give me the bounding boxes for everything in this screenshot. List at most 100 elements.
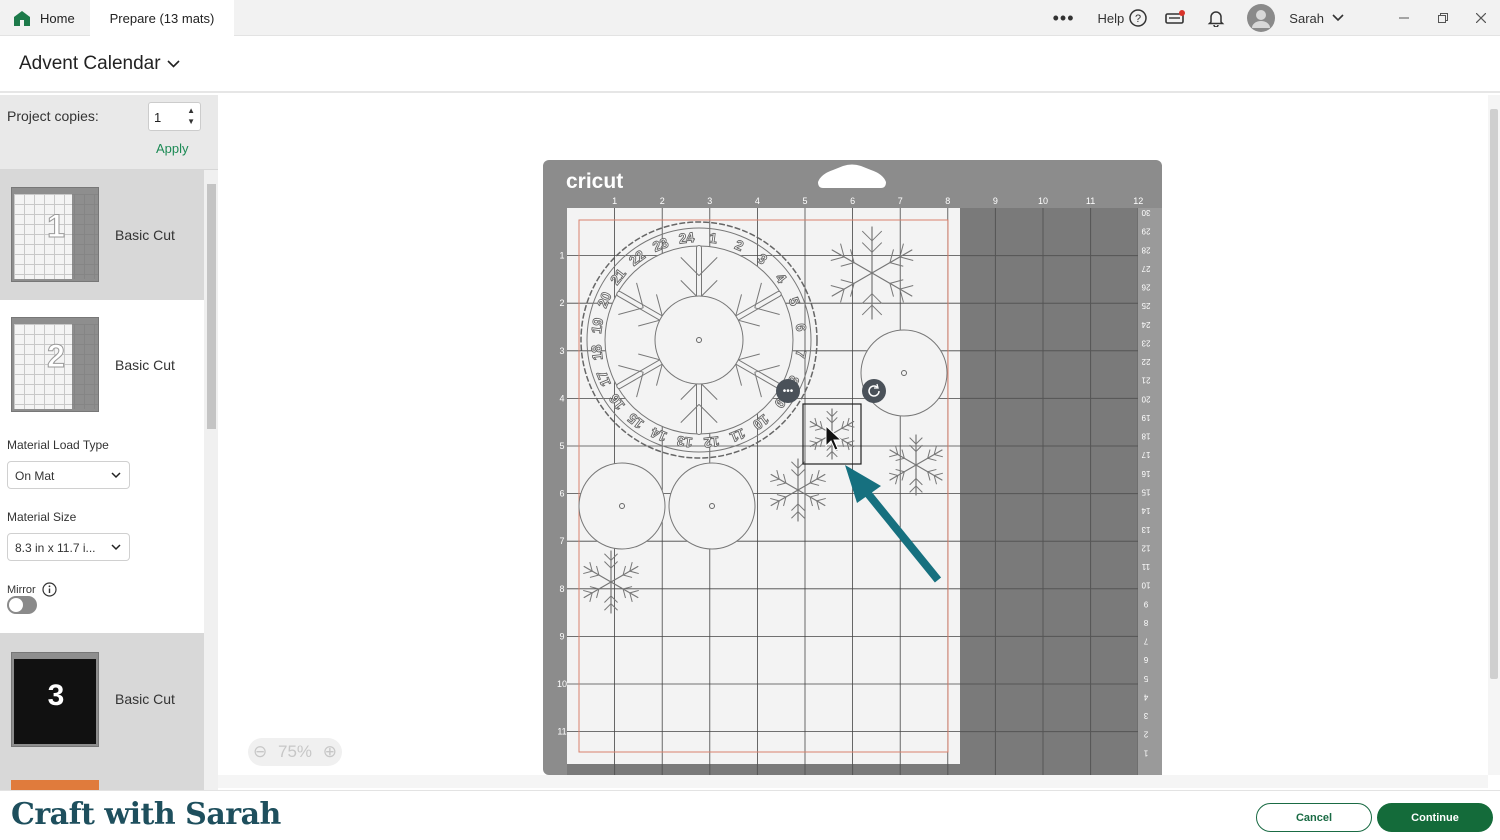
ruler-tick-label: 10 — [1038, 196, 1048, 206]
ruler-tick-label: 1 — [612, 196, 617, 206]
canvas-horizontal-scrollbar[interactable] — [218, 775, 1488, 788]
user-name: Sarah — [1289, 10, 1324, 26]
ruler-tick-label: 13 — [1141, 525, 1150, 534]
ruler-tick-label: 3 — [559, 346, 564, 356]
tab-prepare[interactable]: Prepare (13 mats) — [90, 0, 234, 37]
ruler-tick-label: 5 — [802, 196, 807, 206]
ruler-tick-label: 3 — [707, 196, 712, 206]
material-size-select[interactable]: 8.3 in x 11.7 i... — [7, 533, 130, 561]
machine-icon[interactable] — [1165, 10, 1186, 26]
tab-home[interactable]: Home — [0, 0, 90, 36]
mirror-label: Mirror — [7, 584, 36, 596]
mat-number: 1 — [47, 208, 66, 245]
help-button[interactable]: Help ? — [1098, 9, 1148, 27]
mat-brand: cricut — [566, 170, 623, 193]
ruler-tick-label: 15 — [1141, 488, 1150, 497]
dial-number: 18 — [588, 344, 606, 362]
ruler-tick-label: 8 — [559, 584, 564, 594]
ruler-tick-label: 11 — [557, 727, 566, 737]
project-header: Advent Calendar — [0, 36, 1500, 93]
material-size-value: 8.3 in x 11.7 i... — [15, 541, 96, 555]
ruler-tick-label: 11 — [1141, 562, 1150, 571]
mat-item-3[interactable]: 3 Basic Cut — [0, 633, 204, 790]
apply-button[interactable]: Apply — [156, 141, 189, 156]
canvas-vertical-scrollbar[interactable] — [1488, 95, 1500, 775]
user-menu[interactable]: Sarah — [1289, 11, 1344, 26]
project-title-dropdown[interactable]: Advent Calendar — [19, 53, 180, 75]
copies-stepper[interactable]: ▲ ▼ — [187, 105, 195, 127]
ruler-tick-label: 7 — [1143, 637, 1148, 646]
project-title: Advent Calendar — [19, 53, 161, 74]
ruler-tick-label: 2 — [1143, 730, 1148, 739]
ruler-tick-label: 12 — [1133, 196, 1143, 206]
home-icon — [14, 10, 30, 26]
sidebar-scrollbar-thumb[interactable] — [207, 184, 216, 429]
ruler-tick-label: 14 — [1141, 506, 1150, 515]
sidebar-scrollbar[interactable] — [204, 170, 218, 790]
ruler-tick-label: 4 — [755, 196, 760, 206]
ruler-tick-label: 30 — [1141, 208, 1150, 217]
ruler-tick-label: 9 — [559, 631, 564, 641]
ruler-tick-label: 3 — [1143, 711, 1148, 720]
ruler-tick-label: 19 — [1141, 413, 1150, 422]
circle-shape[interactable] — [668, 462, 756, 550]
ruler-tick-label: 5 — [559, 441, 564, 451]
footer: Craft with Sarah Cancel Continue — [0, 790, 1500, 840]
project-copies-input[interactable]: 1 ▲ ▼ — [148, 102, 201, 131]
canvas-vertical-scrollbar-thumb[interactable] — [1490, 109, 1498, 679]
zoom-in-icon[interactable]: ⊕ — [323, 742, 337, 762]
svg-text:?: ? — [1135, 13, 1141, 25]
mat-sidebar: Project copies: 1 ▲ ▼ Apply 1 Basic Cut 2… — [0, 95, 218, 790]
material-load-type-value: On Mat — [15, 469, 55, 483]
info-icon[interactable] — [42, 582, 57, 597]
chevron-down-icon — [1332, 14, 1344, 22]
brand-logo: Craft with Sarah — [11, 797, 281, 832]
continue-button[interactable]: Continue — [1377, 803, 1493, 832]
cancel-button[interactable]: Cancel — [1256, 803, 1372, 832]
close-icon[interactable] — [1462, 13, 1500, 23]
dial-number: 19 — [588, 317, 606, 335]
tab-home-label: Home — [40, 10, 75, 26]
ruler-tick-label: 21 — [1141, 376, 1150, 385]
top-right-controls: ••• Help ? Sarah — [1052, 0, 1500, 36]
mat-thumbnail: 3 — [11, 652, 99, 747]
mat-thumbnail: 2 — [11, 317, 99, 412]
ruler-tick-label: 28 — [1141, 245, 1150, 254]
project-copies-panel: Project copies: 1 ▲ ▼ Apply — [0, 95, 218, 170]
zoom-level: 75% — [277, 742, 313, 761]
ruler-tick-label: 7 — [898, 196, 903, 206]
ruler-tick-label: 20 — [1141, 394, 1150, 403]
ruler-tick-label: 27 — [1141, 264, 1150, 273]
circle-shape[interactable] — [860, 329, 948, 417]
mat-label: Basic Cut — [115, 357, 175, 373]
ruler-tick-label: 25 — [1141, 301, 1150, 310]
ruler-tick-label: 11 — [1086, 196, 1095, 206]
rotate-handle[interactable] — [862, 379, 886, 403]
ruler-tick-label: 9 — [993, 196, 998, 206]
circle-shape[interactable] — [578, 462, 666, 550]
more-options-icon[interactable]: ••• — [1052, 8, 1076, 29]
mat-item-1[interactable]: 1 Basic Cut — [0, 170, 204, 300]
ruler-tick-label: 7 — [559, 536, 564, 546]
ruler-tick-label: 1 — [559, 251, 564, 261]
ruler-tick-label: 6 — [559, 489, 564, 499]
mat-thumbnail: 1 — [11, 187, 99, 282]
avatar[interactable] — [1247, 4, 1276, 32]
ruler-tick-label: 6 — [1143, 655, 1148, 664]
minimize-icon[interactable] — [1384, 13, 1424, 23]
zoom-out-icon[interactable]: ⊖ — [253, 742, 267, 762]
ruler-tick-label: 26 — [1141, 283, 1150, 292]
chevron-down-icon — [111, 544, 121, 551]
mat-label: Basic Cut — [115, 227, 175, 243]
mat-item-2[interactable]: 2 Basic Cut Material Load Type On Mat Ma… — [0, 300, 204, 633]
mirror-toggle[interactable] — [7, 596, 37, 614]
restore-icon[interactable] — [1424, 13, 1462, 23]
ruler-tick-label: 2 — [660, 196, 665, 206]
help-label: Help — [1097, 10, 1125, 26]
notifications-bell-icon[interactable] — [1207, 9, 1225, 27]
title-bar: Home Prepare (13 mats) ••• Help ? Sarah — [0, 0, 1500, 37]
material-load-type-select[interactable]: On Mat — [7, 461, 130, 489]
ruler-tick-label: 10 — [557, 679, 567, 689]
cutting-mat[interactable]: cricut 1 2 3 4 5 6 7 8 9 10 11 12 1234567891011 302… — [543, 160, 1163, 775]
ruler-tick-label: 5 — [1143, 674, 1148, 683]
